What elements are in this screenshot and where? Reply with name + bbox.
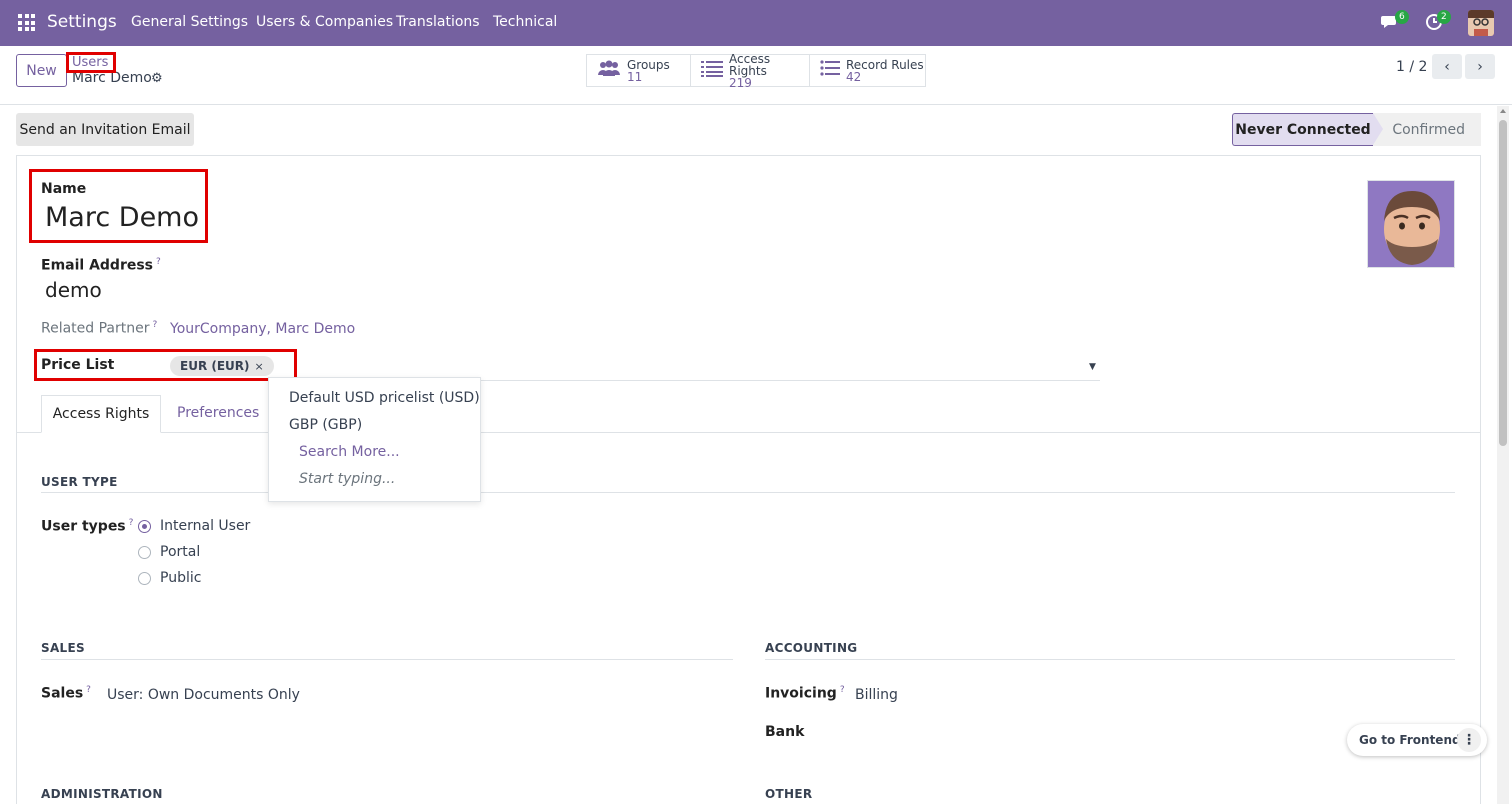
tab-preferences[interactable]: Preferences [177,405,259,421]
chevron-left-icon: ‹ [1444,58,1450,75]
apps-menu-icon[interactable] [18,14,35,31]
sales-label: Sales? [41,685,91,702]
gear-icon[interactable]: ⚙ [151,71,163,86]
invoicing-label: Invoicing? [765,685,845,702]
dropdown-option-usd[interactable]: Default USD pricelist (USD) [289,390,480,406]
smart-label: Record Rules [846,57,924,72]
status-never-connected[interactable]: Never Connected [1232,113,1383,146]
smart-count: 11 [627,69,643,84]
dropdown-option-gbp[interactable]: GBP (GBP) [289,417,362,433]
help-icon[interactable]: ? [153,320,158,330]
user-avatar[interactable] [1468,10,1494,36]
chevron-right-icon: › [1477,58,1483,75]
highlight-box [66,52,116,73]
related-partner-label: Related Partner? [41,320,157,337]
sales-label-text: Sales [41,685,84,702]
pager-previous-button[interactable]: ‹ [1432,54,1462,79]
dropdown-caret-icon[interactable]: ▼ [1089,362,1096,372]
scroll-up-arrow-icon[interactable] [1500,109,1506,113]
tab-access-rights[interactable]: Access Rights [41,395,161,433]
messages-count-badge: 6 [1395,10,1409,24]
pager-next-button[interactable]: › [1465,54,1495,79]
radio-label-portal[interactable]: Portal [160,544,200,560]
menu-translations[interactable]: Translations [396,14,480,30]
bank-label: Bank [765,724,805,740]
status-bar: Never Connected Confirmed [1232,113,1481,146]
status-arrow [1373,113,1383,145]
go-to-frontend-button[interactable]: Go to Frontend [1359,733,1461,747]
send-invitation-button[interactable]: Send an Invitation Email [16,113,194,146]
pager-value[interactable]: 1 / 2 [1396,59,1427,75]
accounting-section-title: ACCOUNTING [765,641,858,655]
app-brand[interactable]: Settings [47,12,117,32]
menu-technical[interactable]: Technical [493,14,557,30]
user-types-label-text: User types [41,518,126,535]
menu-users-companies[interactable]: Users & Companies [256,14,393,30]
users-icon [597,59,621,82]
more-options-icon[interactable]: ⋮ [1457,728,1481,752]
administration-section-title: ADMINISTRATION [41,787,163,801]
page-scrollbar[interactable] [1497,106,1509,804]
help-icon[interactable]: ? [156,257,161,267]
email-label-text: Email Address [41,257,154,274]
groups-smart-button[interactable]: Groups 11 [586,54,691,87]
new-button[interactable]: New [16,54,67,87]
user-type-section-title: USER TYPE [41,475,118,489]
smart-label: Groups [627,57,670,72]
form-sheet [16,155,1481,804]
highlight-box [29,169,208,243]
tabs-divider [16,432,1481,433]
invoicing-label-text: Invoicing [765,685,837,702]
radio-internal-user[interactable] [138,520,151,533]
radio-label-public[interactable]: Public [160,570,201,586]
smart-count: 42 [846,69,862,84]
section-divider [765,659,1455,660]
sales-section-title: SALES [41,641,85,655]
scrollbar-thumb[interactable] [1499,120,1507,446]
help-icon[interactable]: ? [840,685,845,695]
email-label: Email Address? [41,257,161,274]
smart-count: 219 [729,75,752,90]
pricelist-autocomplete-dropdown: Default USD pricelist (USD) GBP (GBP) Se… [268,377,481,502]
highlight-box [34,349,297,381]
record-rules-smart-button[interactable]: Record Rules 42 [809,54,926,87]
status-label: Confirmed [1392,121,1465,138]
status-label: Never Connected [1235,121,1371,138]
help-icon[interactable]: ? [129,518,134,528]
invoicing-rights-select[interactable]: Billing [855,687,898,703]
control-panel: New Users Marc Demo ⚙ Groups 11 Access Ri… [0,46,1512,105]
dropdown-start-typing: Start typing... [299,471,396,487]
radio-label-internal-user[interactable]: Internal User [160,518,250,534]
smart-label: Access Rights [729,51,771,78]
user-types-label: User types? [41,518,133,535]
other-section-title: OTHER [765,787,813,801]
top-navbar: Settings General Settings Users & Compan… [0,0,1512,46]
status-confirmed[interactable]: Confirmed [1373,113,1481,146]
go-to-frontend-widget: Go to Frontend ⋮ [1347,724,1487,756]
related-partner-link[interactable]: YourCompany, Marc Demo [170,321,355,337]
list-icon [820,59,840,82]
section-divider [41,659,733,660]
list-icon [701,59,723,82]
help-icon[interactable]: ? [86,685,91,695]
dropdown-search-more[interactable]: Search More... [299,444,400,460]
related-partner-label-text: Related Partner [41,320,150,337]
activities-count-badge: 2 [1437,10,1451,24]
access-rights-smart-button[interactable]: Access Rights 219 [690,51,810,90]
radio-portal[interactable] [138,546,151,559]
menu-general-settings[interactable]: General Settings [131,14,248,30]
sales-rights-select[interactable]: User: Own Documents Only [107,687,300,703]
section-divider [41,492,1455,493]
user-photo[interactable] [1367,180,1455,268]
radio-public[interactable] [138,572,151,585]
email-field[interactable]: demo [45,278,102,302]
